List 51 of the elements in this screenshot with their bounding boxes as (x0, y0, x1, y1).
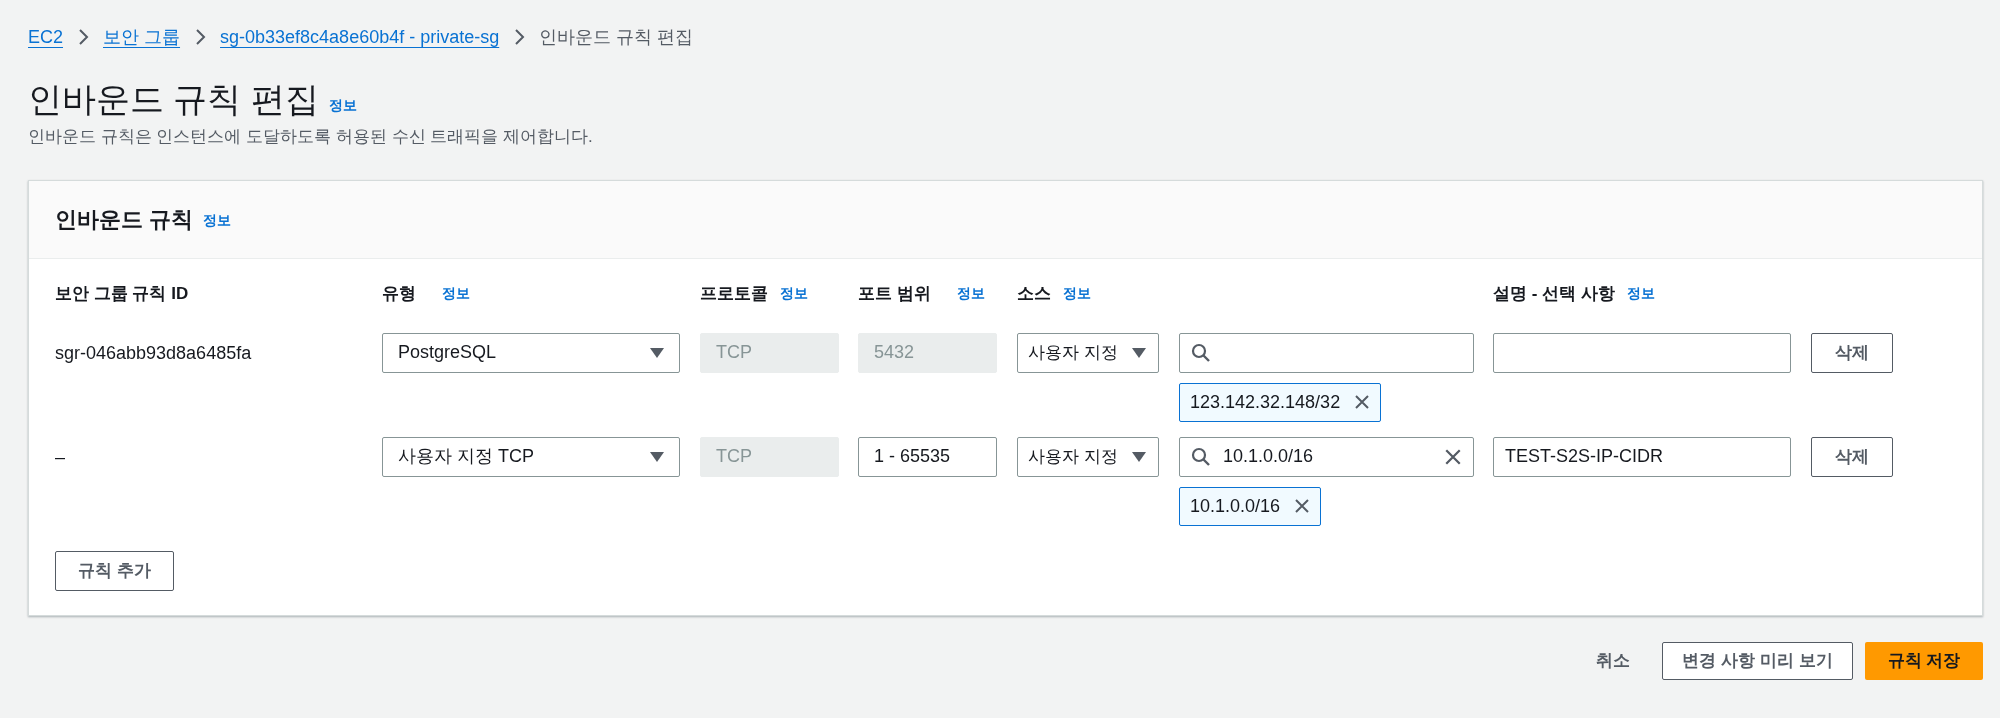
chevron-right-icon (194, 28, 207, 46)
search-icon (1191, 342, 1211, 363)
info-link[interactable]: 정보 (780, 283, 808, 304)
cancel-button[interactable]: 취소 (1576, 641, 1650, 680)
type-dropdown[interactable]: PostgreSQL (382, 332, 680, 373)
info-link[interactable]: 정보 (1063, 283, 1091, 304)
caret-down-icon (650, 451, 664, 462)
page-title: 인바운드 규칙 편집 (28, 79, 319, 120)
caret-down-icon (1132, 451, 1146, 462)
breadcrumb-link[interactable]: sg-0b33ef8c4a8e60b4f - private-sg (220, 23, 500, 51)
add-rule-button[interactable]: 규칙 추가 (55, 550, 174, 591)
description-field[interactable]: TEST-S2S-IP-CIDR (1493, 436, 1791, 477)
save-rules-button[interactable]: 규칙 저장 (1865, 641, 1983, 680)
rule-id: sgr-046abb93d8a6485fa (55, 342, 252, 363)
search-icon (1191, 446, 1211, 467)
breadcrumb-link[interactable]: EC2 (28, 23, 63, 51)
column-header: 포트 범위 (858, 282, 931, 305)
source-search-field[interactable] (1179, 332, 1474, 373)
source-token: 123.142.32.148/32 (1179, 382, 1382, 422)
column-header: 설명 - 선택 사항 (1493, 282, 1615, 305)
chevron-right-icon (513, 28, 526, 46)
info-link[interactable]: 정보 (442, 283, 470, 304)
preview-changes-button[interactable]: 변경 사항 미리 보기 (1662, 641, 1853, 680)
source-dropdown[interactable]: 사용자 지정 (1017, 332, 1159, 373)
delete-button[interactable]: 삭제 (1811, 436, 1893, 477)
close-icon[interactable] (1354, 394, 1371, 410)
panel-title: 인바운드 규칙 (55, 205, 194, 234)
info-link[interactable]: 정보 (328, 95, 357, 116)
column-header: 보안 그룹 규칙 ID (55, 282, 189, 305)
close-icon[interactable] (1444, 447, 1462, 466)
close-icon[interactable] (1294, 498, 1311, 514)
caret-down-icon (650, 347, 664, 358)
info-link[interactable]: 정보 (956, 283, 985, 304)
page-description: 인바운드 규칙은 인스턴스에 도달하도록 허용된 수신 트래픽을 제어합니다. (28, 126, 594, 148)
breadcrumb-link[interactable]: 보안 그룹 (103, 23, 181, 51)
column-header: 소스 (1017, 282, 1051, 305)
info-link[interactable]: 정보 (1626, 283, 1655, 304)
breadcrumb-current: 인바운드 규칙 편집 (539, 25, 694, 49)
port-range-field[interactable]: 1 - 65535 (858, 436, 997, 477)
column-header: 프로토콜 (700, 282, 768, 305)
info-link[interactable]: 정보 (203, 209, 232, 231)
type-dropdown[interactable]: 사용자 지정 TCP (382, 436, 680, 477)
chevron-right-icon (77, 28, 89, 46)
delete-button[interactable]: 삭제 (1811, 332, 1893, 373)
source-dropdown[interactable]: 사용자 지정 (1017, 436, 1159, 477)
caret-down-icon (1132, 347, 1146, 358)
column-header: 유형 (382, 282, 416, 305)
source-search-field[interactable]: 10.1.0.0/16 (1179, 436, 1474, 477)
rule-id: – (55, 446, 65, 467)
source-token: 10.1.0.0/16 (1179, 486, 1322, 526)
description-field[interactable] (1493, 332, 1791, 373)
